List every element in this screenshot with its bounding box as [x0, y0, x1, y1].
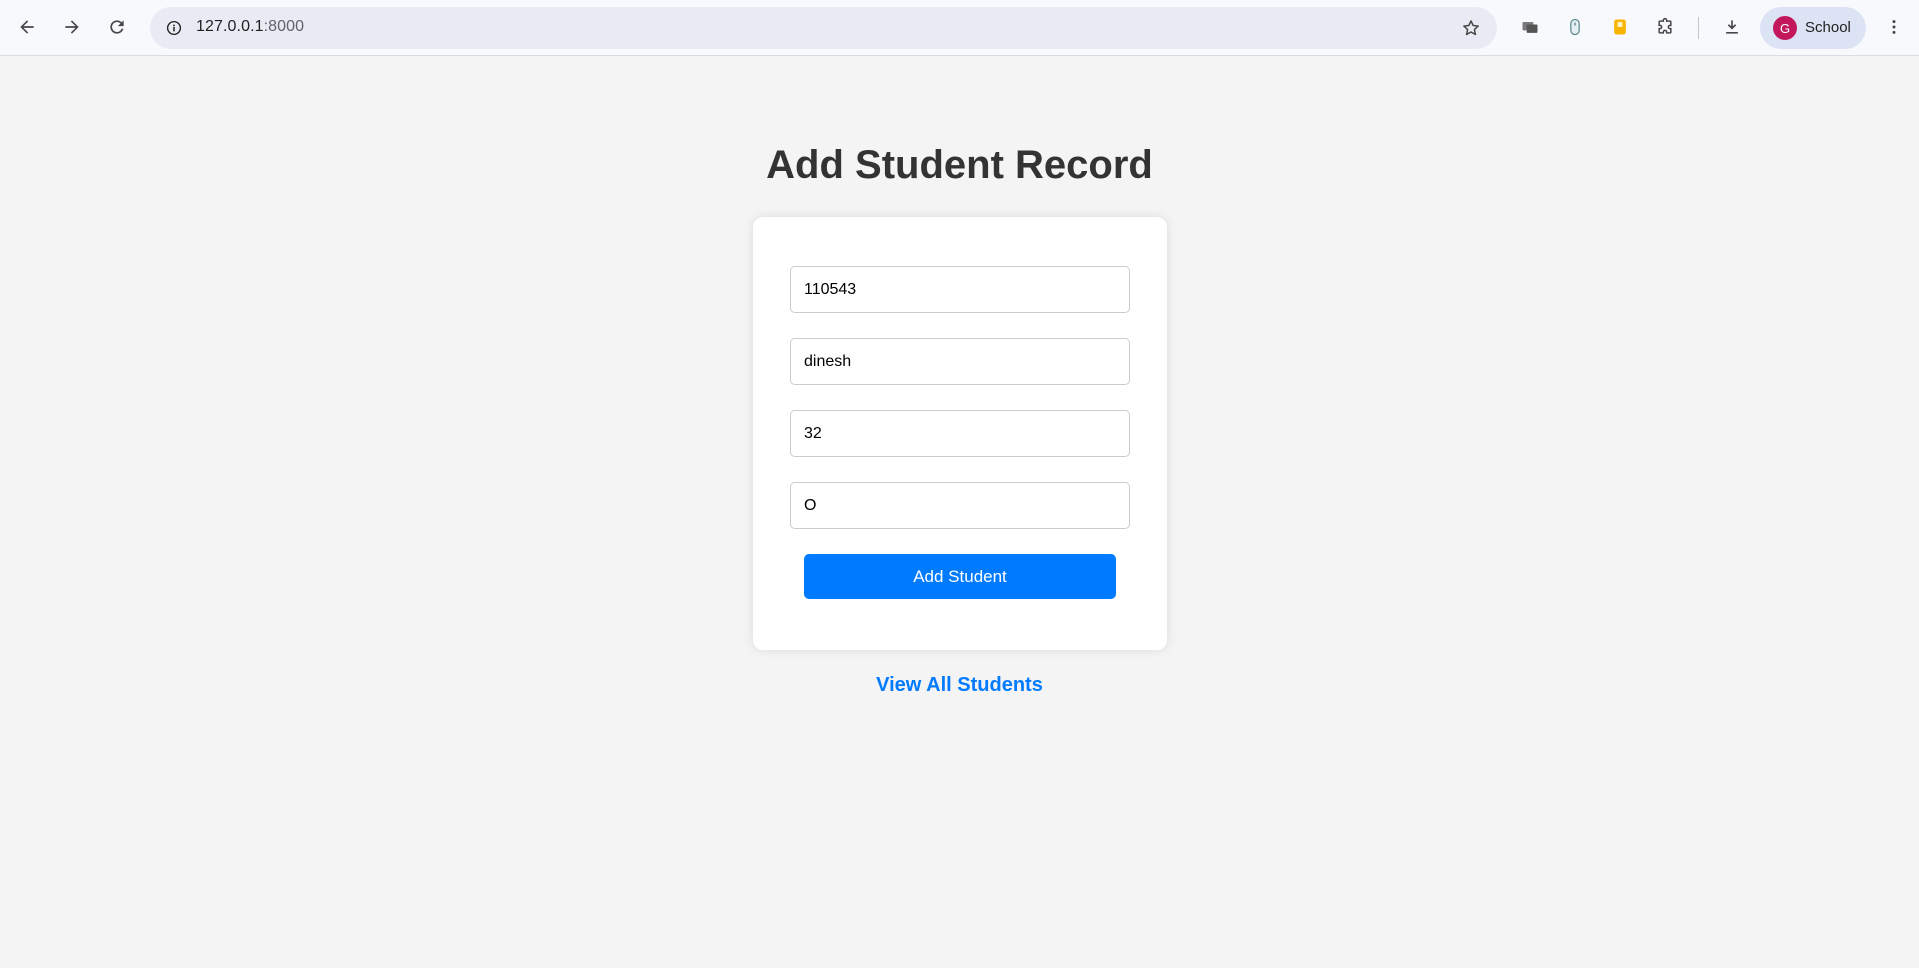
download-icon — [1726, 20, 1738, 34]
more-menu-icon — [1892, 20, 1896, 34]
site-info-button[interactable] — [158, 12, 190, 44]
extension-screen-button[interactable] — [1513, 10, 1547, 44]
student-id-input[interactable] — [790, 266, 1130, 313]
profile-button[interactable]: G School — [1760, 7, 1866, 49]
student-grade-input[interactable] — [790, 482, 1130, 529]
forward-icon — [65, 20, 79, 34]
student-age-input[interactable] — [790, 410, 1130, 457]
forward-button[interactable] — [55, 10, 89, 44]
yellow-extension-icon — [1614, 19, 1626, 35]
student-name-input[interactable] — [790, 338, 1130, 385]
browser-toolbar: 127.0.0.1:8000 G School — [0, 0, 1919, 56]
reload-icon — [110, 20, 124, 34]
profile-name: School — [1805, 19, 1851, 36]
extensions-puzzle-icon — [1658, 17, 1672, 34]
url-host: 127.0.0.1 — [196, 18, 264, 35]
back-icon — [20, 20, 34, 34]
page-title: Add Student Record — [766, 143, 1153, 187]
site-info-icon — [166, 20, 182, 36]
toolbar-divider — [1698, 17, 1699, 39]
address-bar[interactable]: 127.0.0.1:8000 — [150, 7, 1497, 49]
view-all-students-link[interactable]: View All Students — [876, 674, 1043, 696]
reload-button[interactable] — [100, 10, 134, 44]
downloads-button[interactable] — [1715, 10, 1749, 44]
url-text: 127.0.0.1:8000 — [196, 18, 304, 36]
view-all-container: View All Students — [0, 674, 1919, 697]
mouse-extension-icon — [1570, 18, 1580, 36]
more-menu-button[interactable] — [1877, 10, 1911, 44]
extension-icon — [1522, 22, 1538, 33]
avatar: G — [1773, 16, 1797, 40]
extensions-menu-button[interactable] — [1648, 10, 1682, 44]
back-button[interactable] — [10, 10, 44, 44]
extension-yellow-button[interactable] — [1603, 10, 1637, 44]
url-port: :8000 — [263, 18, 305, 35]
bookmark-button[interactable] — [1459, 16, 1483, 40]
add-student-button[interactable]: Add Student — [804, 554, 1116, 599]
student-form: Add Student — [753, 217, 1167, 650]
extension-mouse-button[interactable] — [1558, 10, 1592, 44]
bookmark-star-icon — [1463, 20, 1479, 36]
